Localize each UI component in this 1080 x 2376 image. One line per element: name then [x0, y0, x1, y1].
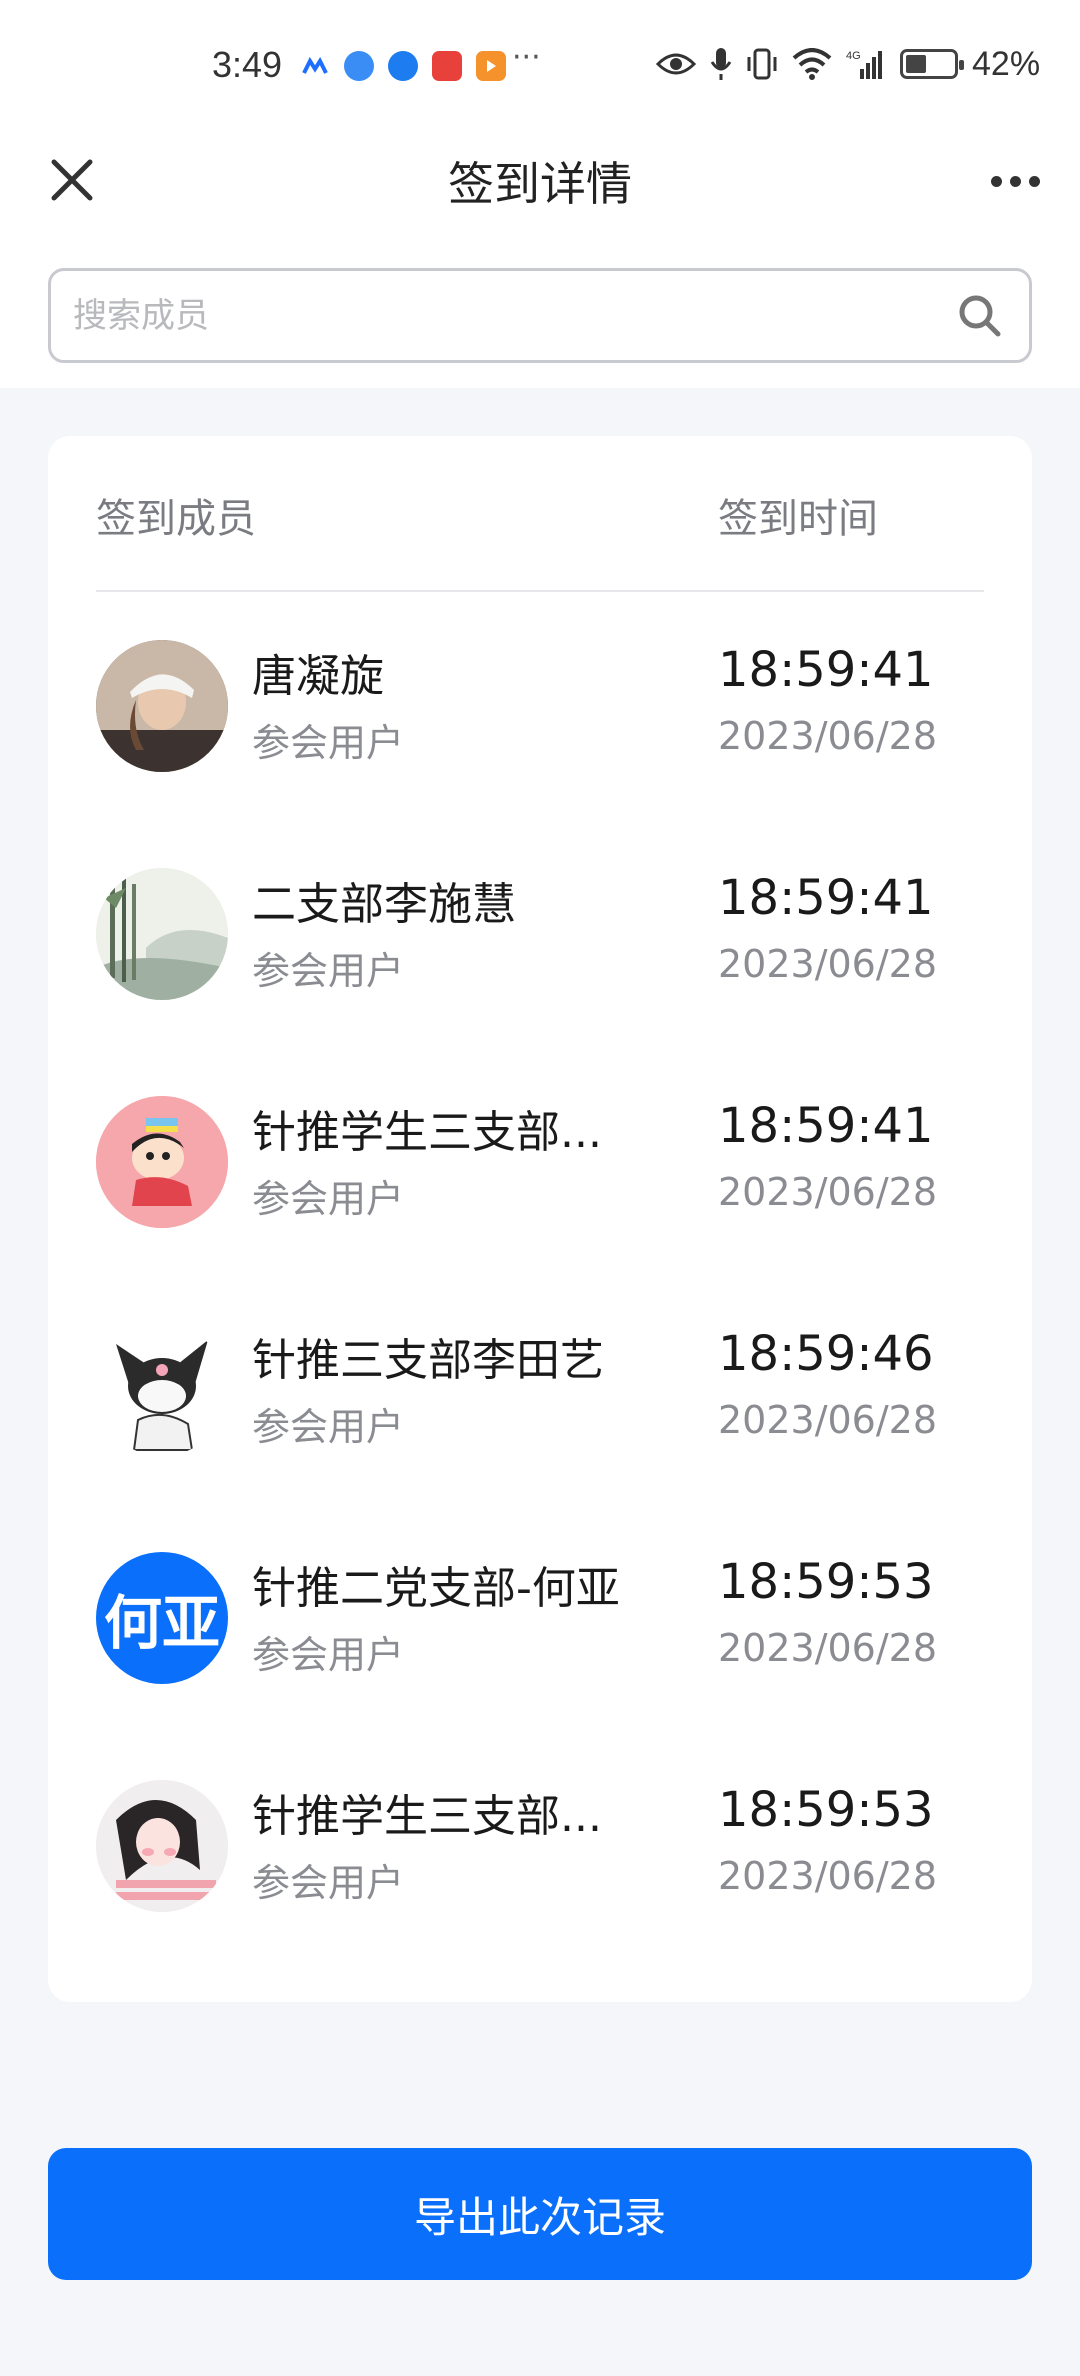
export-records-button[interactable]: 导出此次记录 — [48, 2148, 1032, 2280]
member-role: 参会用户 — [252, 1861, 405, 1905]
search-icon[interactable] — [955, 291, 1005, 341]
member-role: 参会用户 — [252, 949, 405, 993]
member-name: 针推二党支部-何亚 — [252, 1563, 620, 1614]
avatar-cartoon-icon — [96, 1096, 228, 1228]
checkin-time: 18:59:41 — [718, 642, 934, 698]
avatar: 何亚 — [96, 1552, 228, 1684]
avatar — [96, 1324, 228, 1456]
checkin-date: 2023/06/28 — [718, 1626, 938, 1670]
more-dot-icon — [1009, 175, 1021, 187]
checkin-time: 18:59:46 — [718, 1326, 934, 1382]
member-row[interactable]: 二支部李施慧 参会用户 18:59:41 2023/06/28 — [96, 838, 984, 1066]
member-row[interactable]: 何亚 针推二党支部-何亚 参会用户 18:59:53 2023/06/28 — [96, 1522, 984, 1750]
network-type-label: 4G — [846, 50, 861, 62]
checkin-time: 18:59:53 — [718, 1554, 934, 1610]
checkin-card: 签到成员 签到时间 唐凝旋 参会用户 18:59:41 2023/06/28 二… — [48, 436, 1032, 2002]
checkin-date: 2023/06/28 — [718, 714, 938, 758]
app-notification-icon — [388, 51, 418, 81]
member-row[interactable]: 针推学生三支部... 参会用户 18:59:53 2023/06/28 — [96, 1750, 984, 1978]
member-role: 参会用户 — [252, 1633, 405, 1677]
more-options-button[interactable] — [980, 156, 1050, 206]
checkin-time: 18:59:41 — [718, 870, 934, 926]
avatar-photo-icon — [96, 640, 228, 772]
avatar-initials: 何亚 — [103, 1589, 220, 1657]
app-notification-icon — [476, 51, 506, 81]
battery-percent: 42% — [972, 44, 1041, 83]
avatar-girl-icon — [96, 1780, 228, 1912]
status-indicators: 4G 42% — [656, 44, 1040, 84]
status-app-icons — [300, 50, 506, 82]
more-dot-icon — [1028, 175, 1040, 187]
column-header-time: 签到时间 — [718, 496, 878, 542]
status-bar: 3:49 ··· 4G 42% — [0, 0, 1080, 120]
page-title: 签到详情 — [448, 157, 632, 211]
eye-icon — [656, 53, 696, 75]
member-name: 针推学生三支部... — [252, 1791, 602, 1842]
table-header: 签到成员 签到时间 — [96, 436, 984, 592]
avatar-landscape-icon — [96, 868, 228, 1000]
checkin-time: 18:59:53 — [718, 1782, 934, 1838]
checkin-date: 2023/06/28 — [718, 1854, 938, 1898]
member-row[interactable]: 针推三支部李田艺 参会用户 18:59:46 2023/06/28 — [96, 1294, 984, 1522]
checkin-date: 2023/06/28 — [718, 942, 938, 986]
search-input[interactable] — [73, 271, 953, 360]
avatar-kuromi-icon — [96, 1324, 228, 1456]
more-dot-icon — [990, 175, 1002, 187]
member-name: 二支部李施慧 — [252, 879, 516, 930]
app-notification-icon — [300, 51, 330, 81]
signal-icon: 4G — [846, 50, 882, 79]
vibrate-icon — [747, 48, 777, 80]
header-bar: 签到详情 — [0, 120, 1080, 240]
status-more-icon: ··· — [512, 40, 541, 75]
wifi-icon — [792, 48, 832, 80]
member-role: 参会用户 — [252, 1405, 405, 1449]
checkin-time: 18:59:41 — [718, 1098, 934, 1154]
status-time: 3:49 — [212, 44, 283, 85]
avatar — [96, 1096, 228, 1228]
member-role: 参会用户 — [252, 1177, 405, 1221]
checkin-date: 2023/06/28 — [718, 1398, 938, 1442]
microphone-icon — [710, 48, 732, 80]
column-header-member: 签到成员 — [96, 496, 256, 542]
member-list: 唐凝旋 参会用户 18:59:41 2023/06/28 二支部李施慧 参会用户… — [96, 610, 984, 1978]
avatar — [96, 640, 228, 772]
member-name: 唐凝旋 — [252, 651, 384, 702]
app-notification-icon — [432, 51, 462, 81]
member-row[interactable]: 针推学生三支部... 参会用户 18:59:41 2023/06/28 — [96, 1066, 984, 1294]
avatar — [96, 1780, 228, 1912]
member-name: 针推学生三支部... — [252, 1107, 602, 1158]
member-role: 参会用户 — [252, 721, 405, 765]
app-notification-icon — [344, 51, 374, 81]
search-bar — [48, 268, 1032, 363]
checkin-date: 2023/06/28 — [718, 1170, 938, 1214]
battery-icon — [900, 49, 964, 79]
member-row[interactable]: 唐凝旋 参会用户 18:59:41 2023/06/28 — [96, 610, 984, 838]
member-name: 针推三支部李田艺 — [252, 1335, 604, 1386]
avatar — [96, 868, 228, 1000]
